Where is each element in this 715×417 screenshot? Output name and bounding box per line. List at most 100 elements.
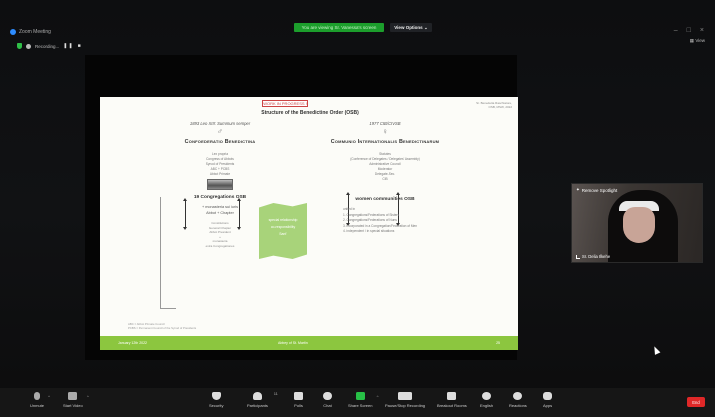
globe-icon xyxy=(482,392,492,400)
apps-button[interactable]: Apps xyxy=(543,392,552,408)
pause-stop-icon xyxy=(398,392,413,400)
reactions-button[interactable]: Reactions xyxy=(509,392,527,408)
screen: Zoom Meeting – □ × You are viewing Sr. V… xyxy=(0,0,715,417)
end-meeting-button[interactable]: End xyxy=(687,397,705,407)
share-screen-label: Share Screen xyxy=(348,403,373,408)
recording-icon xyxy=(26,43,31,49)
pause-stop-recording-label: Pause/Stop Recording xyxy=(385,403,426,408)
share-screen-button[interactable]: Share Screen ^ xyxy=(348,392,378,408)
participant-name-tag: Sr. Delia Ilkehe xyxy=(576,254,610,259)
slide-page-number: 25 xyxy=(496,341,500,345)
audio-level-icon xyxy=(576,254,580,259)
footnote-line: PCBS = Permanent Council of the Synod of… xyxy=(128,326,197,330)
view-options-button[interactable]: View Options ⌄ xyxy=(390,23,432,32)
start-video-button[interactable]: Start Video ^ xyxy=(63,392,89,408)
work-in-progress-tag: WORK IN PROGRESS ! xyxy=(262,100,308,107)
double-arrow-icon xyxy=(237,198,241,230)
slide-footer: January 12th 2022 Abbey of St. Martin 25 xyxy=(100,336,518,350)
women-list-item: 4. independent / in special situations xyxy=(343,229,395,233)
view-button[interactable]: ▦ View xyxy=(690,38,705,44)
banner-line: Sant' xyxy=(279,232,287,236)
polls-button[interactable]: Polls xyxy=(294,392,303,408)
shield-icon xyxy=(211,392,221,400)
female-symbol-icon: ♀ xyxy=(382,127,388,136)
remove-spotlight-button[interactable]: ✦ Remove Spotlight xyxy=(576,187,617,193)
stop-recording-icon[interactable]: ■ xyxy=(78,43,82,49)
share-screen-icon xyxy=(355,392,365,400)
male-symbol-icon: ♂ xyxy=(217,127,223,136)
meeting-status-bar: Recording... ❚❚ ■ xyxy=(17,43,82,49)
zoom-logo-icon xyxy=(10,29,16,35)
double-arrow-icon xyxy=(183,198,187,230)
close-icon[interactable]: × xyxy=(700,27,704,34)
spotlight-icon: ✦ xyxy=(576,187,580,192)
chat-icon xyxy=(323,392,332,400)
participants-button[interactable]: Participants 11 xyxy=(247,391,278,408)
right-line: CIB xyxy=(382,177,388,181)
left-date: 1893 Leo XIII: Summum semper xyxy=(189,121,251,126)
pause-stop-recording-button[interactable]: Pause/Stop Recording xyxy=(385,392,425,408)
security-label: Security xyxy=(209,403,224,408)
screen-share-banner: You are viewing Sr. Vanessa's screen xyxy=(294,23,384,32)
window-title: Zoom Meeting xyxy=(19,29,51,35)
communio-column: 1977 CIB/CIVSB ♀ Communio Internationali… xyxy=(305,121,465,235)
participant-name: Sr. Delia Ilkehe xyxy=(582,254,611,259)
slide-author-note: Sr. Benedetta Raschiatore, OSB, MSW, 202… xyxy=(476,101,512,109)
slide-footer-center: Abbey of St. Martin xyxy=(278,341,308,345)
participant-count: 11 xyxy=(273,391,278,396)
unmute-label: Unmute xyxy=(30,403,45,408)
language-label: English xyxy=(480,403,494,408)
chat-button[interactable]: Chat xyxy=(323,392,332,408)
start-video-label: Start Video xyxy=(63,403,83,408)
slide-footer-date: January 12th 2022 xyxy=(118,341,147,345)
recording-label: Recording... xyxy=(35,43,60,49)
relationship-banner: special relationship co-responsibility S… xyxy=(259,203,307,259)
left-line: Abbot Primate xyxy=(209,172,231,176)
view-label: View xyxy=(695,38,705,43)
maximize-icon[interactable]: □ xyxy=(687,27,691,34)
presentation-slide: WORK IN PROGRESS ! Sr. Benedetta Raschia… xyxy=(100,97,518,350)
polls-label: Polls xyxy=(294,403,303,408)
unmute-button[interactable]: Unmute ^ xyxy=(30,392,50,408)
security-shield-icon xyxy=(17,43,22,49)
slide-title: Structure of the Benedictine Order (OSB) xyxy=(261,110,359,116)
remove-spotlight-label: Remove Spotlight xyxy=(581,187,618,193)
participants-icon xyxy=(252,392,262,400)
chevron-up-icon[interactable]: ^ xyxy=(377,394,379,399)
slide-footnote: ABC = Abbot Primate Council PCBS = Perma… xyxy=(128,322,196,330)
left-bracket-line xyxy=(160,197,176,309)
women-communities-list: united in 1. Congregations/Federations o… xyxy=(305,207,465,235)
right-structure-lines: Statutes (Conference of Delegates / Dele… xyxy=(305,152,465,182)
language-button[interactable]: English xyxy=(480,392,493,408)
minimize-icon[interactable]: – xyxy=(674,27,678,34)
participants-label: Participants xyxy=(247,403,268,408)
chevron-up-icon[interactable]: ^ xyxy=(87,394,89,399)
window-controls: – □ × xyxy=(674,27,704,34)
chat-label: Chat xyxy=(323,403,332,408)
mouse-cursor-icon xyxy=(651,345,661,355)
banner-line: special relationship xyxy=(268,218,298,222)
breakout-rooms-icon xyxy=(447,392,457,400)
security-button[interactable]: Security xyxy=(209,392,223,408)
reactions-icon xyxy=(513,392,523,400)
banner-line: co-responsibility xyxy=(270,225,296,229)
microphone-muted-icon xyxy=(34,392,40,400)
abbey-photo xyxy=(207,179,233,190)
speaker-video-tile[interactable]: ✦ Remove Spotlight Sr. Delia Ilkehe xyxy=(571,183,703,263)
right-date: 1977 CIB/CIVSB xyxy=(369,121,401,126)
breakout-rooms-label: Breakout Rooms xyxy=(437,403,467,408)
reactions-label: Reactions xyxy=(509,403,527,408)
pause-recording-icon[interactable]: ❚❚ xyxy=(63,43,73,49)
meeting-toolbar: Unmute ^ Start Video ^ Security Particip… xyxy=(0,388,715,417)
right-org-name: Communio Internationalis Benedictinarum xyxy=(330,139,440,145)
apps-icon xyxy=(543,392,553,400)
apps-label: Apps xyxy=(543,403,553,408)
breakout-rooms-button[interactable]: Breakout Rooms xyxy=(437,392,467,408)
speaker-face xyxy=(623,207,655,243)
chevron-up-icon[interactable]: ^ xyxy=(48,394,50,399)
polls-icon xyxy=(294,392,303,400)
left-org-name: Confoederatio Benedictina xyxy=(184,139,256,145)
video-off-icon xyxy=(68,392,78,400)
women-communities-label: women communities OSB xyxy=(355,197,415,202)
left-structure-lines: Lex propria Congress of Abbots Synod of … xyxy=(140,152,300,177)
